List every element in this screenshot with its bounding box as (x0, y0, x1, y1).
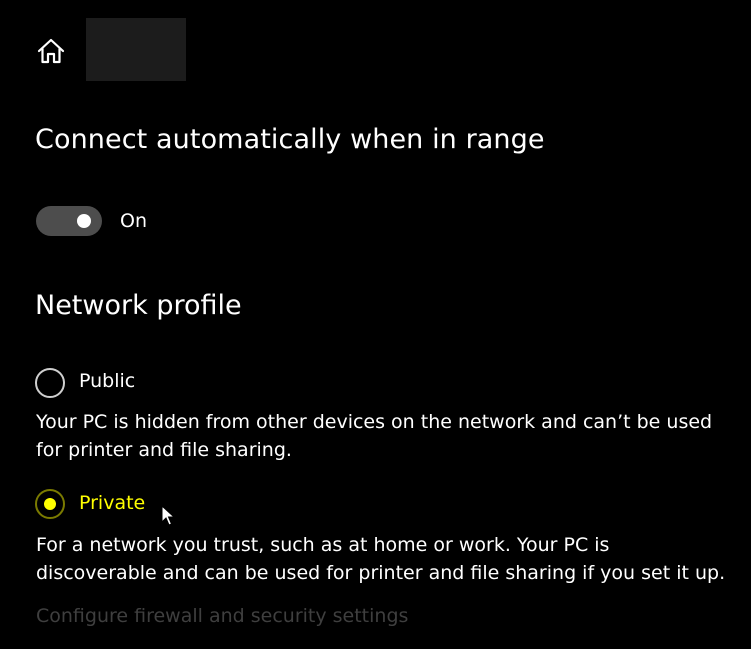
home-icon (37, 38, 65, 64)
toggle-knob (77, 214, 91, 228)
private-radio-button[interactable] (35, 489, 65, 519)
configure-firewall-link[interactable]: Configure firewall and security settings (36, 605, 408, 627)
network-profile-heading: Network profile (35, 290, 242, 321)
connect-automatically-toggle[interactable] (36, 206, 102, 236)
radio-selected-dot (44, 498, 56, 510)
network-settings-page: Connect automatically when in range On N… (0, 0, 751, 649)
connect-automatically-heading: Connect automatically when in range (35, 124, 545, 155)
public-description: Your PC is hidden from other devices on … (36, 411, 713, 461)
toggle-state-label: On (120, 210, 147, 232)
public-radio-button[interactable] (35, 368, 65, 398)
mouse-cursor-icon (161, 505, 175, 526)
private-radio-label[interactable]: Private (79, 492, 145, 514)
public-radio-label[interactable]: Public (79, 370, 135, 392)
page-title-placeholder (86, 18, 186, 81)
home-button[interactable] (30, 30, 72, 72)
private-description: For a network you trust, such as at home… (36, 534, 726, 584)
